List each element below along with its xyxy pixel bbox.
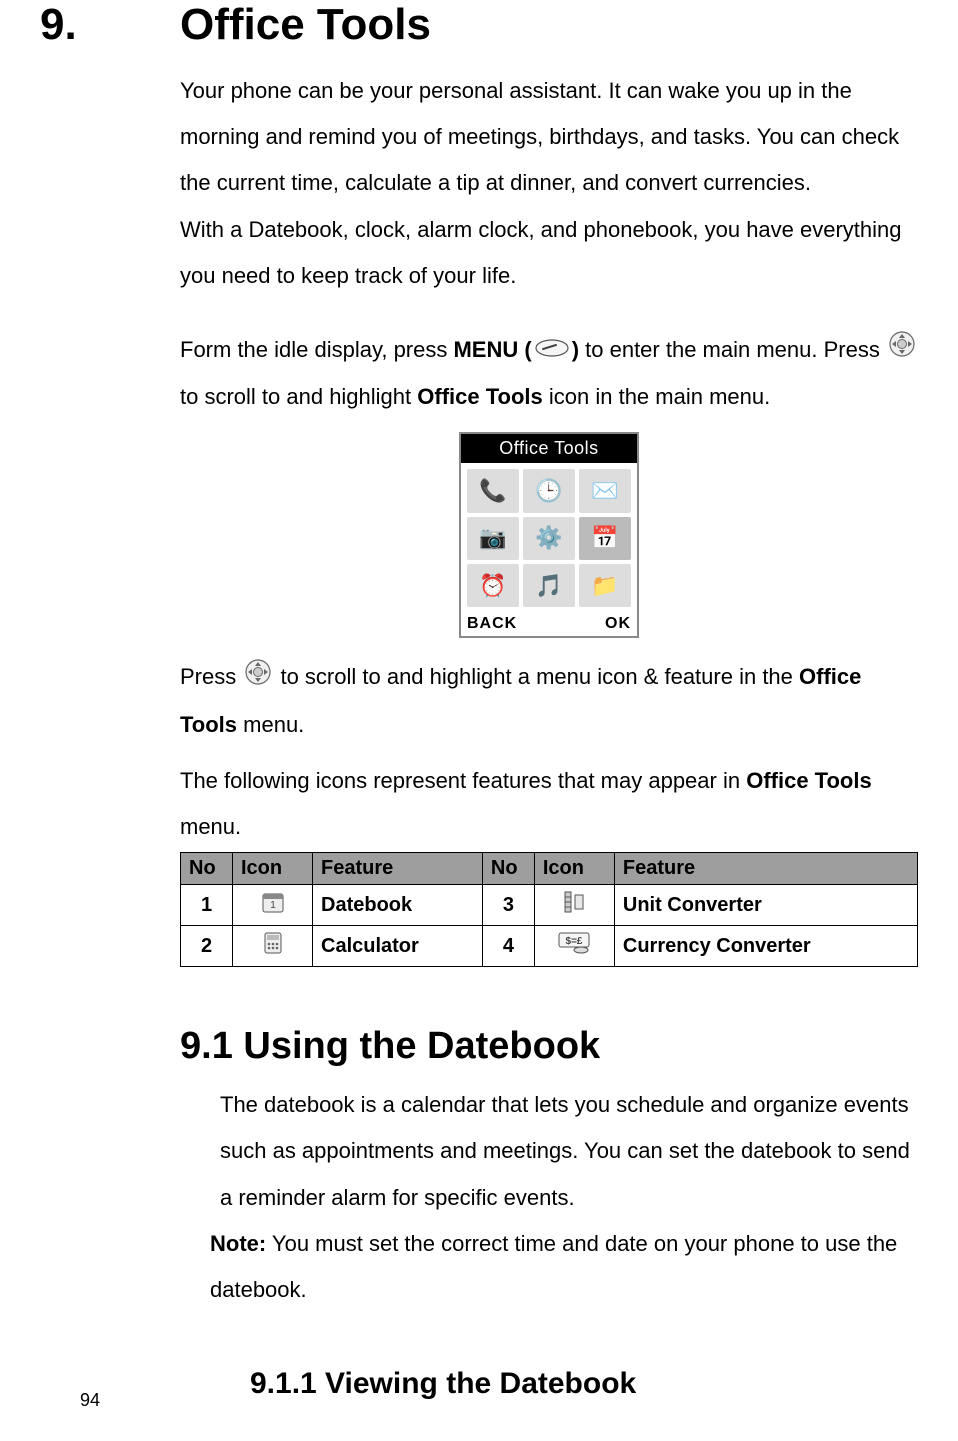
svg-text:$=£: $=£ bbox=[566, 936, 583, 947]
nav-instructions-1: Form the idle display, press MENU () to … bbox=[180, 327, 918, 420]
screen-softkeys: BACK OK bbox=[461, 613, 637, 636]
intro-paragraph-1: Your phone can be your personal assistan… bbox=[180, 68, 918, 207]
cell-feature: Currency Converter bbox=[614, 926, 917, 967]
table-row: 1 1 Datebook 3 Unit Converter bbox=[181, 885, 918, 926]
grid-icon: ⚙️ bbox=[523, 517, 575, 560]
th-feature: Feature bbox=[313, 853, 483, 885]
note-label: Note: bbox=[210, 1231, 266, 1256]
cell-feature: Calculator bbox=[313, 926, 483, 967]
page-number: 94 bbox=[80, 1390, 100, 1411]
th-no: No bbox=[482, 853, 534, 885]
section-9-1-1-heading: 9.1.1 Viewing the Datebook bbox=[250, 1367, 918, 1401]
cell-feature: Datebook bbox=[313, 885, 483, 926]
cell-no: 1 bbox=[181, 885, 233, 926]
softkey-back: BACK bbox=[467, 615, 517, 633]
nav-key-icon bbox=[244, 656, 272, 702]
grid-icon: 📅 bbox=[579, 517, 631, 560]
cell-no: 4 bbox=[482, 926, 534, 967]
softkey-ok: OK bbox=[605, 615, 631, 633]
svg-text:1: 1 bbox=[270, 900, 276, 911]
grid-icon: 📁 bbox=[579, 564, 631, 607]
th-icon: Icon bbox=[233, 853, 313, 885]
intro-paragraph-2: With a Datebook, clock, alarm clock, and… bbox=[180, 207, 918, 299]
screen-titlebar: Office Tools bbox=[461, 434, 637, 463]
nav-instructions-2: Press to scroll to and highlight a menu … bbox=[180, 654, 918, 747]
cell-feature: Unit Converter bbox=[614, 885, 917, 926]
chapter-number: 9. bbox=[40, 0, 180, 50]
menu-softkey-icon bbox=[534, 328, 570, 374]
grid-icon: ⏰ bbox=[467, 564, 519, 607]
features-table: No Icon Feature No Icon Feature 1 1 Date… bbox=[180, 852, 918, 967]
cell-icon bbox=[233, 926, 313, 967]
grid-icon: 📞 bbox=[467, 469, 519, 512]
currency-converter-icon: $=£ bbox=[557, 938, 591, 960]
cell-no: 2 bbox=[181, 926, 233, 967]
grid-icon: ✉️ bbox=[579, 469, 631, 512]
nav-key-icon bbox=[888, 328, 916, 374]
table-intro: The following icons represent features t… bbox=[180, 758, 918, 850]
datebook-icon: 1 bbox=[260, 898, 286, 920]
section-9-1-p1: The datebook is a calendar that lets you… bbox=[220, 1082, 918, 1221]
th-icon: Icon bbox=[534, 853, 614, 885]
grid-icon: 🕒 bbox=[523, 469, 575, 512]
grid-icon: 📷 bbox=[467, 517, 519, 560]
chapter-heading: 9. Office Tools bbox=[40, 0, 918, 50]
cell-no: 3 bbox=[482, 885, 534, 926]
screen-icon-grid: 📞 🕒 ✉️ 📷 ⚙️ 📅 ⏰ 🎵 📁 bbox=[461, 463, 637, 613]
calculator-icon bbox=[260, 939, 286, 961]
section-9-1-note: Note: You must set the correct time and … bbox=[210, 1221, 918, 1313]
cell-icon: $=£ bbox=[534, 926, 614, 967]
chapter-title: Office Tools bbox=[180, 0, 431, 50]
grid-icon: 🎵 bbox=[523, 564, 575, 607]
table-row: 2 Calculator 4 $=£ Currency Converter bbox=[181, 926, 918, 967]
section-9-1-heading: 9.1 Using the Datebook bbox=[180, 1025, 918, 1068]
cell-icon bbox=[534, 885, 614, 926]
cell-icon: 1 bbox=[233, 885, 313, 926]
table-header-row: No Icon Feature No Icon Feature bbox=[181, 853, 918, 885]
th-no: No bbox=[181, 853, 233, 885]
office-tools-screenshot: Office Tools 📞 🕒 ✉️ 📷 ⚙️ 📅 ⏰ 🎵 📁 BACK OK bbox=[459, 432, 639, 638]
th-feature: Feature bbox=[614, 853, 917, 885]
unit-converter-icon bbox=[561, 898, 587, 920]
